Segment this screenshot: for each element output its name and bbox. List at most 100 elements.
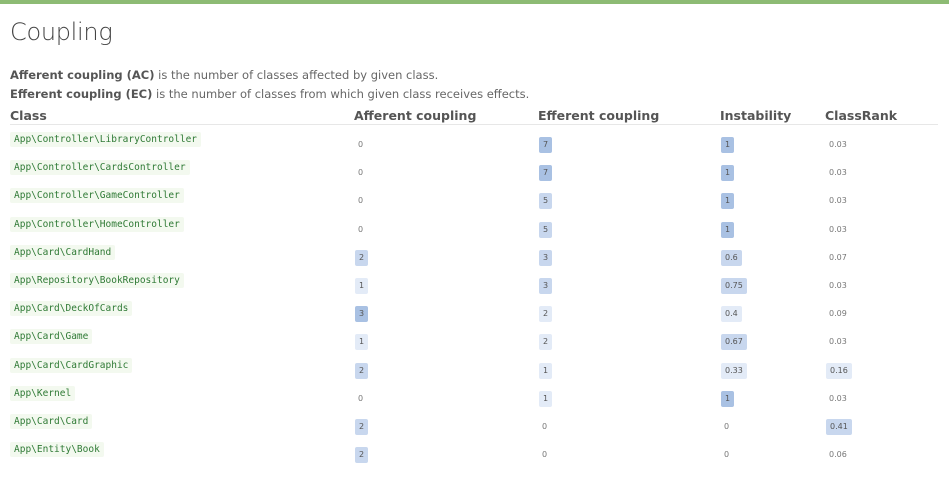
value-badge: 2: [355, 249, 369, 266]
instability-cell: 0: [721, 414, 733, 435]
value-badge: 3: [355, 306, 369, 323]
classrank-cell: 0.03: [826, 329, 851, 350]
efferent-coupling-cell: 7: [539, 160, 553, 182]
value-badge: 0.07: [829, 252, 847, 262]
value-badge: 0.41: [826, 419, 852, 435]
column-header-instability[interactable]: Instability: [720, 108, 791, 123]
column-header-afferent[interactable]: Afferent coupling: [354, 108, 476, 123]
instability-cell: 1: [721, 188, 735, 210]
value-badge: 0: [358, 196, 364, 206]
column-header-efferent[interactable]: Efferent coupling: [538, 108, 659, 123]
afferent-coupling-cell: 2: [355, 414, 369, 435]
instability-cell: 0.67: [721, 329, 747, 351]
table-row: App\Card\Card 2 0 0 0.41: [0, 408, 949, 436]
table-row: App\Entity\Book 2 0 0 0.06: [0, 436, 949, 464]
value-badge: 0: [542, 422, 548, 431]
instability-cell: 1: [721, 217, 735, 238]
class-name-cell: App\Card\CardGraphic: [10, 357, 133, 373]
class-name-cell: App\Controller\HomeController: [10, 216, 184, 232]
value-badge: 2: [539, 334, 553, 351]
value-badge: 2: [355, 362, 369, 379]
afferent-coupling-cell: 2: [355, 442, 369, 464]
efferent-coupling-cell: 3: [539, 245, 553, 266]
value-badge: 0.03: [829, 196, 847, 206]
value-badge: 0: [358, 140, 364, 149]
instability-cell: 0.33: [721, 358, 747, 379]
table-row: App\Kernel 0 1 1 0.03: [0, 380, 949, 408]
value-badge: 1: [721, 137, 735, 153]
value-badge: 0.03: [829, 393, 847, 403]
instability-cell: 0.6: [721, 245, 742, 266]
classrank-cell: 0.41: [826, 414, 852, 435]
value-badge: 5: [539, 221, 553, 238]
class-name-cell: App\Entity\Book: [10, 442, 104, 458]
efferent-coupling-cell: 3: [539, 273, 553, 294]
value-badge: 0.75: [721, 278, 747, 294]
class-name-cell: App\Kernel: [10, 385, 76, 401]
value-badge: 0.09: [829, 309, 847, 319]
afferent-coupling-cell: 0: [355, 132, 367, 153]
efferent-coupling-cell: 2: [539, 329, 553, 351]
efferent-coupling-cell: 0: [539, 442, 551, 463]
instability-cell: 1: [721, 386, 735, 407]
value-badge: 0.67: [721, 334, 747, 351]
afferent-coupling-cell: 0: [355, 188, 367, 209]
instability-cell: 0.4: [721, 301, 742, 323]
efferent-coupling-cell: 7: [539, 132, 553, 153]
value-badge: 0.03: [829, 337, 847, 347]
value-badge: 0: [358, 224, 364, 234]
afferent-coupling-cell: 2: [355, 245, 369, 266]
value-badge: 2: [355, 447, 369, 464]
afferent-coupling-cell: 3: [355, 301, 369, 323]
value-badge: 0.03: [829, 281, 847, 290]
value-badge: 2: [539, 306, 553, 323]
classrank-cell: 0.03: [826, 188, 851, 209]
classrank-cell: 0.07: [826, 245, 851, 266]
table-row: App\Card\CardGraphic 2 1 0.33 0.16: [0, 352, 949, 380]
value-badge: 5: [539, 193, 553, 210]
column-header-class[interactable]: Class: [10, 108, 47, 123]
classrank-cell: 0.03: [826, 273, 851, 294]
table-row: App\Controller\LibraryController 0 7 1 0.03: [0, 126, 949, 154]
instability-cell: 1: [721, 160, 735, 182]
table-row: App\Card\Game 1 2 0.67 0.03: [0, 323, 949, 351]
afferent-term: Afferent coupling (AC): [10, 68, 155, 82]
value-badge: 0: [724, 422, 730, 431]
efferent-coupling-cell: 5: [539, 188, 553, 210]
value-badge: 3: [539, 278, 553, 294]
classrank-cell: 0.09: [826, 301, 851, 322]
table-header: Class Afferent coupling Efferent couplin…: [0, 106, 949, 124]
header-divider: [10, 124, 938, 125]
value-badge: 1: [355, 278, 369, 294]
table-row: App\Repository\BookRepository 1 3 0.75 0.03: [0, 267, 949, 295]
efferent-coupling-cell: 1: [539, 386, 553, 407]
instability-cell: 0: [721, 442, 733, 463]
value-badge: 7: [539, 165, 553, 182]
classrank-cell: 0.03: [826, 132, 851, 153]
coupling-report-page: Coupling Afferent coupling (AC) is the n…: [0, 0, 949, 497]
value-badge: 0.03: [829, 140, 847, 149]
value-badge: 7: [539, 137, 553, 153]
value-badge: 1: [539, 362, 553, 379]
column-header-classrank[interactable]: ClassRank: [825, 108, 897, 123]
class-name-cell: App\Controller\GameController: [10, 188, 184, 204]
value-badge: 0: [724, 450, 730, 460]
value-badge: 1: [721, 165, 735, 182]
afferent-coupling-cell: 2: [355, 358, 369, 379]
efferent-description: Efferent coupling (EC) is the number of …: [10, 87, 529, 101]
value-badge: 1: [539, 390, 553, 407]
efferent-coupling-cell: 2: [539, 301, 553, 323]
table-row: App\Controller\HomeController 0 5 1 0.03: [0, 211, 949, 239]
classrank-cell: 0.03: [826, 217, 851, 238]
class-name-cell: App\Repository\BookRepository: [10, 273, 184, 288]
table-row: App\Controller\GameController 0 5 1 0.03: [0, 182, 949, 210]
value-badge: 1: [721, 390, 735, 407]
value-badge: 0.03: [829, 168, 847, 178]
efferent-coupling-cell: 1: [539, 358, 553, 379]
table-row: App\Card\CardHand 2 3 0.6 0.07: [0, 239, 949, 267]
value-badge: 0.33: [721, 362, 747, 379]
value-badge: 0.03: [829, 224, 847, 234]
class-name-cell: App\Card\CardHand: [10, 244, 116, 260]
value-badge: 0.6: [721, 249, 742, 266]
efferent-term: Efferent coupling (EC): [10, 87, 153, 101]
